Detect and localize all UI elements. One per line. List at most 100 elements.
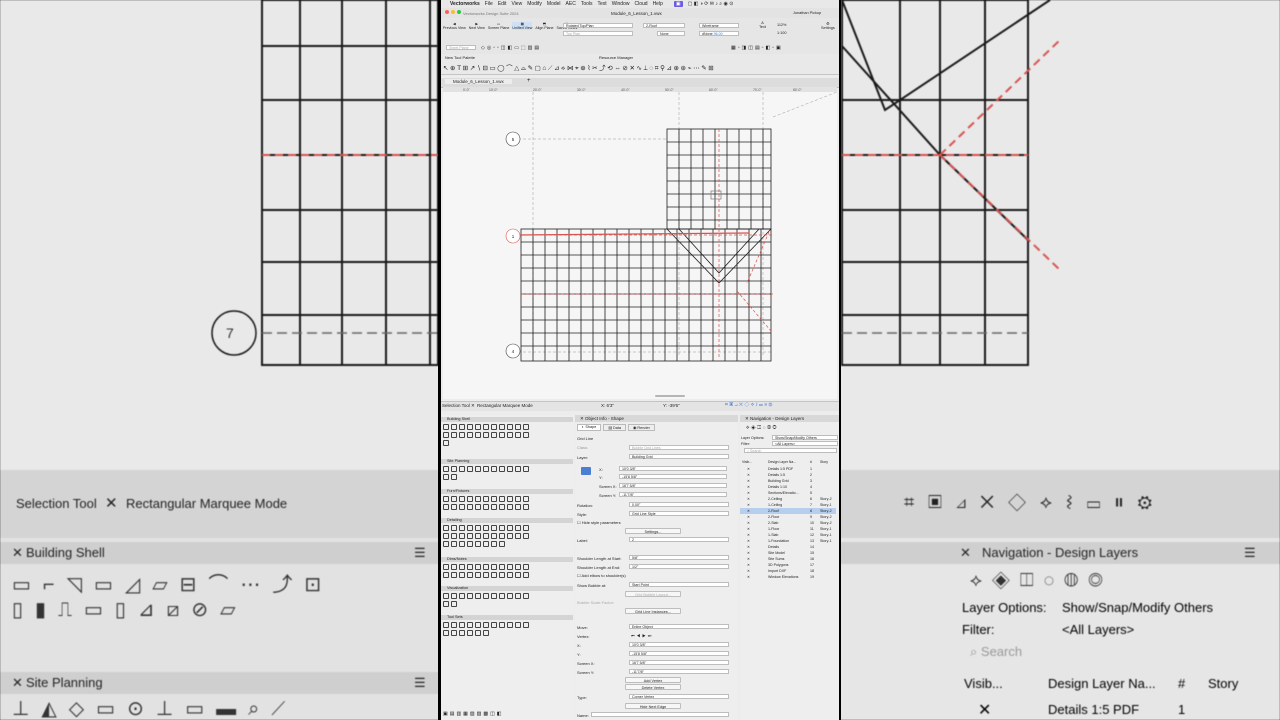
add-elbow-checkbox[interactable]: ☐ Add elbow to shoulder(s): [577, 573, 626, 578]
layer-row[interactable]: ✕ Window Elevations 19: [740, 574, 836, 580]
hide-next-edge-button[interactable]: Hide Next Edge: [625, 703, 681, 709]
vertex-x-field[interactable]: 10'0 3/8": [629, 642, 729, 647]
align-plane-button[interactable]: ⬒ Align Plane: [535, 22, 553, 30]
menu-file[interactable]: File: [485, 1, 493, 7]
screen-y-field[interactable]: -11'7/8": [619, 492, 727, 497]
tab-render[interactable]: ◉ Render: [628, 424, 655, 431]
layer-field[interactable]: Building Grid: [629, 454, 729, 459]
unified-view-button[interactable]: ▦ Unified View: [512, 22, 533, 30]
name-field[interactable]: [591, 712, 729, 717]
toolset-site-planning[interactable]: Site Planning: [441, 459, 573, 464]
menu-tools[interactable]: Tools: [581, 1, 593, 7]
close-window-icon[interactable]: [445, 10, 449, 14]
screen-record-icon[interactable]: ▣: [673, 1, 683, 7]
toolset-detailing[interactable]: Detailing: [441, 518, 573, 523]
previous-view-button[interactable]: ◀ Previous View: [443, 22, 466, 30]
plan-drawing[interactable]: 0'-0" 10'-0" 20'-0" 30'-0" 40'-0" 50'-0"…: [443, 87, 837, 399]
status-close-icon[interactable]: ✕: [471, 403, 475, 409]
object-info-close-icon[interactable]: ✕: [580, 416, 584, 421]
view-select[interactable]: Rotated Top/Plan: [563, 23, 633, 28]
menu-model[interactable]: Model: [547, 1, 561, 7]
filter-select[interactable]: <All Layers>: [772, 441, 838, 446]
tool-sets-icons[interactable]: [443, 622, 529, 636]
add-vertex-button[interactable]: Add Vertex: [625, 677, 681, 683]
sheet-plane-field[interactable]: Sheet Plane: [446, 45, 476, 50]
visualization-icons[interactable]: [443, 593, 529, 607]
navigation-tab-icons[interactable]: ⟡◈◫◌◍◎: [746, 425, 778, 431]
drawing-tools-icons[interactable]: ↖⊕T⊞↗∖⊟▭◯⌒△⌓✎▢⌂⟋⊿⟡⋈⌖⊕⌇✂⤴⟲⇔⊘✕∿⟂◌⌗⚲⊿⊕⊛⌁⋯✎⊞: [443, 62, 715, 73]
menu-modify[interactable]: Modify: [527, 1, 542, 7]
move-select[interactable]: Entire Object: [629, 624, 729, 629]
screen-plane-button[interactable]: ▭ Screen Plane: [488, 22, 510, 30]
detailing-icons[interactable]: [443, 525, 529, 547]
zoom-window-icon[interactable]: [457, 10, 461, 14]
screen-x-field[interactable]: 16'7 5/8": [619, 483, 727, 488]
vertex-screen-x-field[interactable]: 16'7 5/8": [629, 660, 729, 665]
style-select[interactable]: Grid Line Style: [629, 511, 729, 516]
navigation-close-icon[interactable]: ✕: [745, 416, 749, 421]
layer-select[interactable]: 2-Roof: [643, 23, 685, 28]
dims-notes-icons[interactable]: [443, 564, 529, 578]
toolset-dims-notes[interactable]: Dims/Notes: [441, 557, 573, 562]
visibility-x-icon[interactable]: ✕: [747, 574, 750, 580]
position-anchor-icon[interactable]: [581, 467, 591, 475]
app-menu[interactable]: Vectorworks: [450, 1, 480, 7]
label-field[interactable]: 2: [629, 537, 729, 542]
snap-mode-icons[interactable]: ▦▫◨◫▤▫◧▫▣: [731, 45, 783, 51]
toolset-building-shell[interactable]: Building Shell: [441, 417, 573, 422]
menu-view[interactable]: View: [511, 1, 522, 7]
toolset-tool-sets[interactable]: Tool Sets: [441, 615, 573, 620]
grid-line-instances-button[interactable]: Grid Line Instances...: [625, 608, 681, 614]
toolset-visualization[interactable]: Visualization: [441, 586, 573, 591]
render-select[interactable]: Wireframe: [699, 23, 739, 28]
rotation-field[interactable]: 0.00°: [629, 502, 729, 507]
text-button[interactable]: A Text: [759, 21, 766, 29]
show-bubble-select[interactable]: Start Point: [629, 582, 729, 587]
elevation-select[interactable]: dNone 96.00: [699, 31, 739, 36]
menu-aec[interactable]: AEC: [566, 1, 576, 7]
drawing-canvas[interactable]: 0'-0" 10'-0" 20'-0" 30'-0" 40'-0" 50'-0"…: [443, 87, 837, 399]
col-num[interactable]: #: [810, 459, 812, 465]
new-tab-plus-icon[interactable]: +: [527, 78, 531, 84]
furn-fixtures-icons[interactable]: [443, 496, 529, 510]
minimize-window-icon[interactable]: [451, 10, 455, 14]
shoulder-start-field[interactable]: 5/8": [629, 555, 729, 560]
menu-text[interactable]: Text: [598, 1, 607, 7]
document-tab[interactable]: Module_6_Lesson_1.vwx: [445, 79, 512, 84]
user-name[interactable]: Jonathan Pickup: [793, 11, 821, 15]
grid-bubble-layout-button[interactable]: Grid Bubble Layout...: [625, 591, 681, 597]
site-planning-icons[interactable]: [443, 466, 529, 480]
plane-mode-icons[interactable]: ◇◎▫▫◫◧▭⬚▥▤: [481, 45, 541, 51]
layer-search-input[interactable]: ⌕ Search: [744, 448, 837, 453]
shoulder-end-field[interactable]: 1/2": [629, 564, 729, 569]
vertex-navigation-icons[interactable]: ⏮◀▶⏭: [631, 633, 653, 638]
menu-edit[interactable]: Edit: [498, 1, 507, 7]
tool-sets-bottom-icons[interactable]: ▣▤▥▦▧▨▩◫◧: [443, 711, 504, 717]
menu-cloud[interactable]: Cloud: [634, 1, 647, 7]
col-visibility[interactable]: Visib...: [742, 459, 752, 465]
snap-icons[interactable]: ⌗▣⊿✕◇⟡⌇▭⏸⚙: [725, 402, 774, 408]
x-field[interactable]: 10'0 3/8": [619, 466, 727, 471]
zoom-value[interactable]: 112%: [777, 23, 786, 27]
next-view-button[interactable]: ▶ Next View: [469, 22, 485, 30]
building-shell-icons[interactable]: [443, 424, 529, 446]
delete-vertex-button[interactable]: Delete Vertex: [625, 684, 681, 690]
hide-style-checkbox[interactable]: ☐ Hide style parameters: [577, 520, 621, 525]
vertex-screen-y-field[interactable]: -11'7/8": [629, 669, 729, 674]
layer-options-select[interactable]: Show/Snap/Modify Others: [772, 435, 838, 440]
type-select[interactable]: Corner Vertex: [629, 694, 729, 699]
menu-window[interactable]: Window: [612, 1, 630, 7]
col-story[interactable]: Story: [820, 459, 828, 465]
vertex-y-field[interactable]: -15'8 5/8": [629, 651, 729, 656]
toolset-furn-fixtures[interactable]: Furn/Fixtures: [441, 489, 573, 494]
tab-shape[interactable]: ◐ Shape: [577, 424, 602, 431]
settings-button[interactable]: ⚙ Settings: [821, 21, 835, 30]
class-field[interactable]: Bubble Grid Lines: [629, 445, 729, 450]
class-select[interactable]: None: [657, 31, 685, 36]
y-field[interactable]: -15'8 5/8": [619, 474, 727, 479]
menu-help[interactable]: Help: [653, 1, 663, 7]
settings-button[interactable]: Settings...: [625, 528, 681, 534]
scale-value[interactable]: 1:100: [777, 31, 787, 35]
tab-data[interactable]: ▤ Data: [603, 424, 627, 431]
col-name[interactable]: Design Layer Na...: [768, 459, 796, 465]
